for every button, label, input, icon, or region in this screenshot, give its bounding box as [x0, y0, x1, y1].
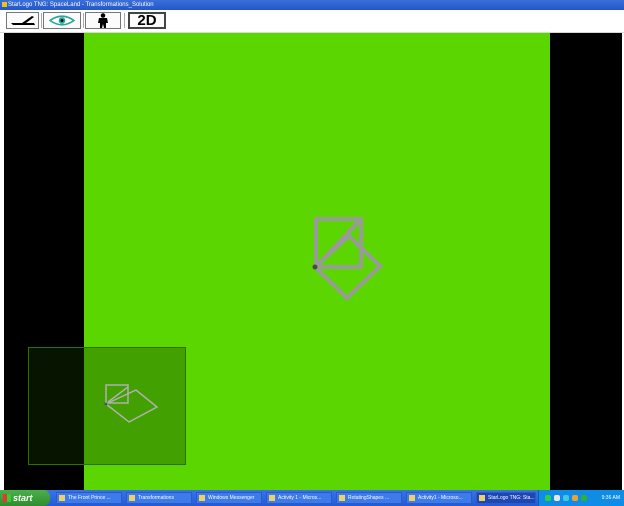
starlogo-icon — [479, 495, 485, 501]
agent-marker — [312, 264, 318, 270]
tray-icon[interactable] — [572, 495, 578, 501]
aerial-view-button[interactable] — [6, 12, 39, 29]
agent-view-button[interactable] — [85, 12, 121, 29]
system-tray: 9:36 AM — [538, 490, 624, 506]
taskbar-item-label: RotatingShapes ... — [348, 495, 390, 501]
taskbar-item-label: The Front Prince ... — [68, 495, 111, 501]
taskbar-item-label: StarLogo TNG: Sta... — [488, 495, 535, 501]
eye-icon — [49, 15, 75, 26]
folder-icon — [59, 495, 65, 501]
word-icon — [339, 495, 345, 501]
taskbar-item[interactable]: Windows Messenger — [196, 492, 262, 504]
spaceland-viewport[interactable] — [4, 33, 622, 490]
view-toolbar: 2D — [0, 10, 624, 33]
tray-icon[interactable] — [554, 495, 560, 501]
airplane-icon — [10, 16, 35, 25]
tray-icon[interactable] — [545, 495, 551, 501]
windows-flag-icon — [3, 494, 11, 502]
eye-view-button[interactable] — [43, 12, 81, 29]
folder-icon — [129, 495, 135, 501]
title-bar: StarLogo TNG: SpaceLand - Transformation… — [0, 0, 624, 10]
tray-icon[interactable] — [581, 495, 587, 501]
taskbar-item[interactable]: Activity1 - Microso... — [406, 492, 472, 504]
window-title: StarLogo TNG: SpaceLand - Transformation… — [8, 2, 154, 8]
word-icon — [409, 495, 415, 501]
taskbar-item-label: Windows Messenger — [208, 495, 255, 501]
2d-view-button[interactable]: 2D — [128, 12, 166, 29]
minimap-shapes — [104, 384, 159, 423]
taskbar-item[interactable]: Transformations — [126, 492, 192, 504]
person-icon — [98, 13, 108, 28]
tray-icon[interactable] — [563, 495, 569, 501]
minimap[interactable] — [28, 347, 186, 465]
toolbar-separator — [41, 13, 42, 28]
start-button[interactable]: start — [0, 490, 50, 506]
taskbar-item-label: Transformations — [138, 495, 174, 501]
messenger-icon — [199, 495, 205, 501]
taskbar-item[interactable]: RotatingShapes ... — [336, 492, 402, 504]
clock: 9:36 AM — [601, 495, 620, 501]
agent-vertex — [377, 263, 383, 269]
app-icon[interactable] — [2, 2, 7, 7]
toolbar-separator — [83, 13, 84, 28]
taskbar: start The Front Prince ... Transformatio… — [0, 490, 624, 506]
taskbar-item-label: Activity1 - Microso... — [418, 495, 463, 501]
word-icon — [269, 495, 275, 501]
agent-vertex — [344, 295, 350, 301]
taskbar-item[interactable]: Activity 1 - Micros... — [266, 492, 332, 504]
taskbar-item[interactable]: The Front Prince ... — [56, 492, 122, 504]
toolbar-separator — [124, 13, 125, 28]
taskbar-item-active[interactable]: StarLogo TNG: Sta... — [476, 492, 536, 504]
taskbar-item-label: Activity 1 - Micros... — [278, 495, 322, 501]
start-label: start — [13, 493, 33, 503]
